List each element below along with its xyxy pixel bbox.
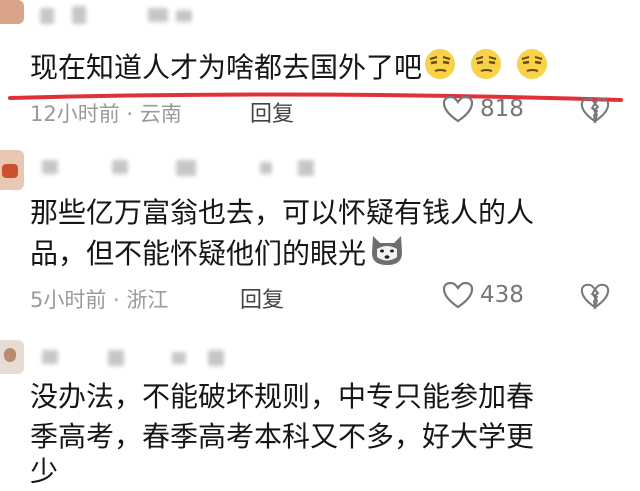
comment-text: 现在知道人才为啥都去国外了吧 [30, 48, 560, 90]
like-button[interactable]: 818 [442, 95, 524, 123]
comment-time-location: 12小时前 · 云南 [30, 102, 182, 126]
blurred-username [176, 160, 196, 176]
like-button[interactable]: 438 [442, 281, 524, 309]
comment-text-line2: 品，但不能怀疑他们的眼光 [30, 233, 406, 277]
dog-face-emoji [368, 233, 406, 277]
blurred-username [72, 6, 86, 24]
avatar[interactable] [0, 0, 24, 24]
broken-heart-icon[interactable] [580, 282, 610, 310]
blurred-username [148, 8, 168, 22]
avatar[interactable] [0, 340, 24, 374]
blurred-username [40, 8, 54, 24]
comment-text: 那些亿万富翁也去，可以怀疑有钱人的人 [30, 196, 535, 229]
comment-time-location: 5小时前 · 浙江 [30, 288, 169, 312]
like-count: 438 [480, 282, 524, 308]
comment-text: 没办法，不能破坏规则，中专只能参加春 [30, 380, 535, 413]
blurred-username [172, 352, 186, 364]
reply-button[interactable]: 回复 [240, 282, 284, 314]
blurred-username [176, 10, 192, 22]
broken-heart-icon[interactable] [580, 96, 610, 124]
blurred-username [260, 162, 272, 174]
blurred-username [112, 160, 128, 174]
blurred-username [42, 350, 58, 364]
skeptical-face-emoji [424, 48, 560, 90]
blurred-username [42, 160, 58, 174]
blurred-username [108, 350, 124, 366]
like-count: 818 [480, 96, 524, 122]
blurred-username [298, 160, 314, 176]
reply-button[interactable]: 回复 [250, 96, 294, 128]
heart-icon [442, 281, 474, 309]
avatar[interactable] [0, 150, 24, 190]
comment-text-line2: 季高考，春季高考本科又不多，好大学更 [30, 420, 535, 453]
heart-icon [442, 95, 474, 123]
comment-text-line3: 少 [30, 455, 59, 488]
blurred-username [208, 350, 224, 366]
